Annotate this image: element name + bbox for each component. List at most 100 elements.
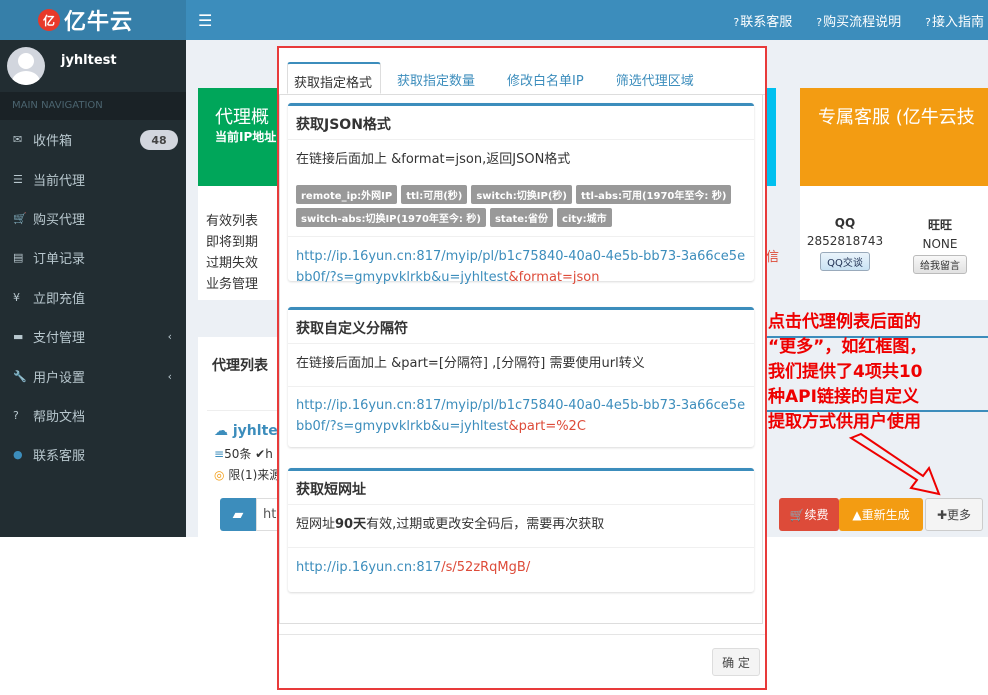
sidebar: jyhltest MAIN NAVIGATION ✉ 收件箱 48 ☰ 当前代理 🛒 购… — [0, 40, 186, 537]
proxy-list-title: 代理列表 — [212, 358, 268, 374]
card-desc: 在链接后面加上 &part=[分隔符] ,[分隔符] 需要使用url转义 — [296, 356, 645, 371]
wrench-icon: 🔧 — [13, 369, 27, 383]
divider — [288, 386, 754, 387]
annotation-arrow-icon — [848, 432, 941, 496]
user-panel: jyhltest — [0, 40, 186, 92]
wangwang-contact: 旺旺 NONE 给我留言 — [900, 216, 980, 274]
support-title: 专属客服 (亿牛云技 — [818, 107, 975, 128]
sidebar-item-buy-proxy[interactable]: 🛒 购买代理 — [0, 199, 186, 238]
field-tag: switch:切换IP(秒) — [471, 185, 572, 204]
card-desc: 在链接后面加上 &format=json,返回JSON格式 — [296, 152, 571, 167]
info-fragment: 信 — [766, 250, 780, 265]
overview-item[interactable]: 即将到期 — [206, 231, 258, 250]
sidebar-item-user-settings[interactable]: 🔧 用户设置 ‹ — [0, 356, 186, 395]
overview-sub: 当前IP地址 — [215, 130, 277, 144]
logo-text: 亿牛云 — [64, 10, 134, 35]
tab-region[interactable]: 筛选代理区域 — [600, 62, 710, 94]
sidebar-item-payment[interactable]: ▬ 支付管理 ‹ — [0, 317, 186, 356]
divider — [288, 547, 754, 548]
sidebar-item-current-proxy[interactable]: ☰ 当前代理 — [0, 159, 186, 198]
overview-list: 有效列表 即将到期 过期失效 业务管理 — [198, 186, 280, 300]
yen-icon: ¥ — [13, 290, 20, 304]
topbar: ☰ ?联系客服 ?购买流程说明 ?接入指南 — [186, 0, 988, 40]
leave-message-button[interactable]: 给我留言 — [913, 255, 967, 274]
cloud-icon: ☁ — [214, 423, 228, 439]
logo[interactable]: 亿 亿牛云 — [0, 0, 186, 40]
top-link-support[interactable]: ?联系客服 — [733, 11, 792, 30]
menu-icon[interactable]: ☰ — [198, 11, 212, 30]
support-contacts: QQ 2852818743 QQ交谈 旺旺 NONE 给我留言 — [800, 186, 988, 300]
renew-button[interactable]: 🛒 续费 — [779, 498, 839, 531]
proxy-limit: ◎ 限(1)来源 — [214, 468, 282, 482]
overview-item[interactable]: 过期失效 — [206, 252, 258, 271]
envelope-icon: ✉ — [13, 133, 23, 147]
card-desc: 短网址90天有效,过期或更改安全码后，需要再次获取 — [296, 517, 605, 532]
logo-badge: 亿 — [38, 9, 60, 31]
plus-icon: ✚ — [936, 507, 948, 522]
card-title: 获取JSON格式 — [288, 106, 754, 140]
sidebar-item-help[interactable]: ? 帮助文档 — [0, 396, 186, 435]
field-tag: state:省份 — [489, 208, 554, 227]
folder-icon: ▰ — [232, 506, 244, 523]
list-icon: ☰ — [13, 172, 23, 186]
card-custom-separator: 获取自定义分隔符 在链接后面加上 &part=[分隔符] ,[分隔符] 需要使用… — [288, 307, 754, 447]
field-tag: ttl-abs:可用(1970年至今: 秒) — [575, 185, 732, 204]
username: jyhltest — [61, 52, 117, 68]
field-tag: city:城市 — [557, 208, 612, 227]
top-nav: ?联系客服 ?购买流程说明 ?接入指南 — [733, 0, 984, 40]
database-icon: ≡ — [214, 447, 225, 461]
api-format-modal: 获取指定格式 获取指定数量 修改白名单IP 筛选代理区域 获取JSON格式 在链… — [277, 46, 767, 690]
modal-footer-divider — [279, 634, 765, 635]
support-box: 专属客服 (亿牛云技 — [800, 88, 988, 186]
card-json-format: 获取JSON格式 在链接后面加上 &format=json,返回JSON格式 r… — [288, 103, 754, 285]
avatar — [7, 47, 45, 85]
proxy-name[interactable]: ☁ jyhltes — [214, 423, 286, 439]
chevron-left-icon: ‹ — [167, 369, 172, 383]
card-title: 获取自定义分隔符 — [288, 310, 754, 344]
top-link-access-guide[interactable]: ?接入指南 — [925, 11, 984, 30]
card-short-url: 获取短网址 短网址90天有效,过期或更改安全码后，需要再次获取 http://i… — [288, 468, 754, 592]
question-circle-icon: ? — [816, 15, 823, 29]
credit-card-icon: ▬ — [13, 330, 24, 344]
field-tag: remote_ip:外网IP — [296, 185, 398, 204]
user-icon: ● — [13, 448, 23, 462]
warning-icon: ▲ — [852, 507, 862, 522]
card-title: 获取短网址 — [288, 471, 754, 505]
proxy-count: ≡50条 ✔h — [214, 447, 273, 461]
tab-format[interactable]: 获取指定格式 — [287, 62, 382, 94]
folder-button[interactable]: ▰ — [220, 498, 256, 531]
qq-chat-button[interactable]: QQ交谈 — [820, 252, 870, 271]
field-tag: ttl:可用(秒) — [401, 185, 468, 204]
overview-title: 代理概 — [215, 107, 269, 128]
inbox-count-badge: 48 — [140, 130, 178, 150]
api-url-json[interactable]: http://ip.16yun.cn:817/myip/pl/b1c75840-… — [288, 246, 754, 288]
overview-box: 代理概 当前IP地址 — [198, 88, 280, 186]
tab-pane-format: 获取JSON格式 在链接后面加上 &format=json,返回JSON格式 r… — [279, 94, 763, 624]
overview-item[interactable]: 业务管理 — [206, 273, 258, 292]
question-circle-icon: ? — [733, 15, 740, 29]
more-button[interactable]: ✚ 更多 — [925, 498, 983, 531]
divider — [288, 236, 754, 237]
annotation-text: 点击代理例表后面的 “更多”，如红框图， 我们提供了4项共10 种API链接的自… — [768, 312, 927, 432]
list-alt-icon: ▤ — [13, 251, 24, 265]
qq-contact: QQ 2852818743 QQ交谈 — [806, 216, 884, 271]
chevron-left-icon: ‹ — [167, 330, 172, 344]
regenerate-button[interactable]: ▲ 重新生成 — [839, 498, 923, 531]
sidebar-item-recharge[interactable]: ¥ 立即充值 — [0, 278, 186, 317]
sidebar-item-orders[interactable]: ▤ 订单记录 — [0, 238, 186, 277]
confirm-button[interactable]: 确 定 — [712, 648, 760, 676]
top-link-purchase-guide[interactable]: ?购买流程说明 — [816, 11, 901, 30]
field-tags: remote_ip:外网IP ttl:可用(秒) switch:切换IP(秒) … — [288, 185, 754, 227]
modal-tabs: 获取指定格式 获取指定数量 修改白名单IP 筛选代理区域 — [287, 62, 710, 94]
tab-quantity[interactable]: 获取指定数量 — [381, 62, 491, 94]
nav-header: MAIN NAVIGATION — [0, 92, 186, 120]
api-url-separator[interactable]: http://ip.16yun.cn:817/myip/pl/b1c75840-… — [288, 395, 754, 437]
field-tag: switch-abs:切换IP(1970年至今: 秒) — [296, 208, 486, 227]
sidebar-item-inbox[interactable]: ✉ 收件箱 48 — [0, 120, 186, 159]
cart-icon: 🛒 — [13, 211, 27, 225]
overview-item[interactable]: 有效列表 — [206, 210, 258, 229]
api-url-short[interactable]: http://ip.16yun.cn:817/s/52zRqMgB/ — [288, 557, 754, 578]
question-icon: ? — [13, 408, 19, 422]
tab-whitelist[interactable]: 修改白名单IP — [491, 62, 600, 94]
sidebar-item-support[interactable]: ● 联系客服 — [0, 435, 186, 474]
